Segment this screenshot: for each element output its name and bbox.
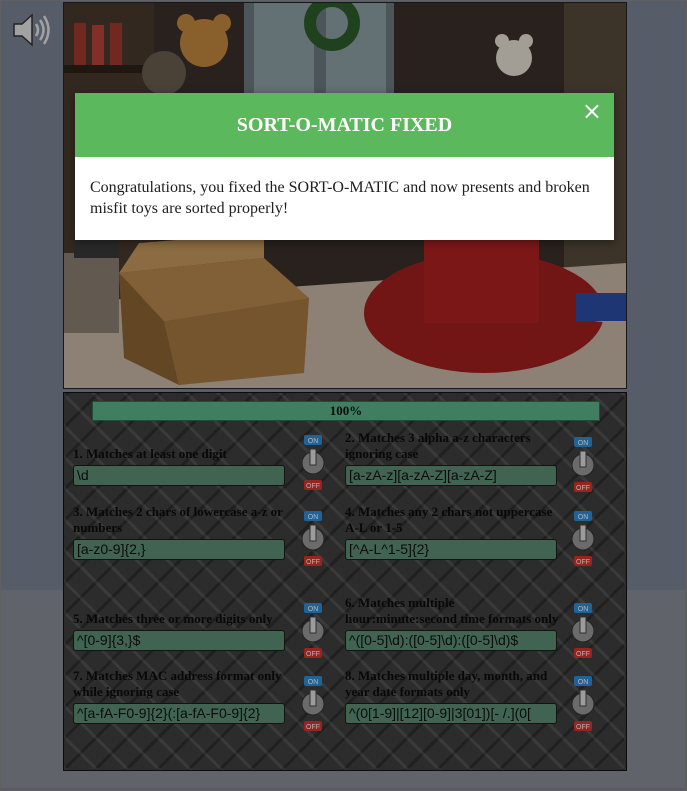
modal-message: Congratulations, you fixed the SORT-O-MA… — [90, 179, 590, 217]
modal-title: SORT-O-MATIC FIXED — [236, 114, 453, 136]
success-modal: SORT-O-MATIC FIXED × Congratulations, yo… — [75, 93, 614, 240]
modal-header: SORT-O-MATIC FIXED × — [75, 93, 614, 157]
close-icon[interactable]: × — [582, 97, 602, 125]
